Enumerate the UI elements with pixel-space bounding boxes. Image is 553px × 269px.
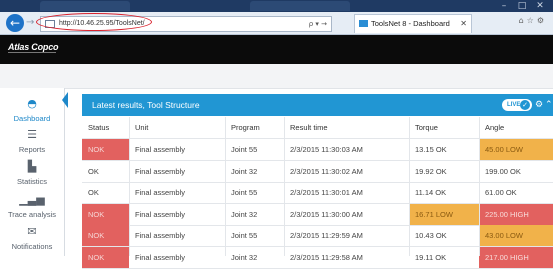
maximize-icon[interactable]: □ [513,0,531,12]
live-label: LIVE [507,102,521,108]
cell-torque: 11.14 OK [415,188,447,197]
collapse-icon[interactable]: ⌃ [545,98,553,112]
cell-angle: 225.00 HIGH [479,203,553,225]
column-divider [409,117,410,256]
column-header[interactable]: Program [225,117,284,138]
bar-chart-icon: ▙ [27,160,37,173]
app-subbar [0,64,553,89]
table-row[interactable]: OK Final assembly Joint 32 2/3/2015 11:30:0… [82,161,553,183]
cell-program: Joint 32 [231,252,258,262]
cell-program: Joint 32 [231,209,258,219]
sidebar-item-label: Dashboard [13,114,51,123]
cell-unit: Final assembly [135,252,186,262]
sidebar-item-notifications[interactable]: ✉ Notifications [0,220,64,260]
column-divider [225,117,226,256]
cell-status: NOK [82,139,129,160]
column-divider [129,117,130,256]
cell-status: OK [88,188,99,197]
table-row[interactable]: NOK Final assembly Joint 32 2/3/2015 11:29:… [82,246,553,269]
tab-title: ToolsNet 8 - Dashboard [371,19,450,28]
browser-tab[interactable] [40,1,130,11]
url-highlight-circle [36,13,152,31]
cell-unit: Final assembly [135,231,186,240]
close-window-icon[interactable]: ✕ [531,0,549,12]
cell-torque: 13.15 OK [415,145,447,154]
browser-tab[interactable] [250,1,350,11]
favicon-icon [359,20,368,27]
browser-tab-strip: – □ ✕ [0,0,553,12]
cell-status: NOK [82,225,129,246]
cell-time: 2/3/2015 11:29:59 AM [290,231,363,240]
cell-program: Joint 55 [231,188,258,197]
cell-torque: 19.92 OK [415,166,447,176]
cell-status: NOK [82,203,129,225]
sidebar-item-label: Trace analysis [7,210,57,219]
live-toggle[interactable]: LIVE ✓ [502,99,532,111]
sidebar-item-label: Reports [18,145,46,154]
app-header: Atlas Copco [0,35,553,64]
active-indicator [62,92,68,108]
cell-status: OK [88,166,99,176]
trace-chart-icon: ▁▃▅ [19,193,45,206]
cell-status: NOK [82,246,129,268]
cell-unit: Final assembly [135,209,186,219]
cell-angle: 43.00 LOW [479,225,553,246]
cell-torque: 19.11 OK [415,252,447,262]
sidebar-item-label: Statistics [16,177,47,186]
column-header[interactable]: Unit [129,117,225,138]
cell-program: Joint 55 [231,145,258,154]
cell-angle: 61.00 OK [485,188,517,197]
cell-torque: 16.71 LOW [409,203,479,225]
table-row[interactable]: NOK Final assembly Joint 32 2/3/2015 11:30:… [82,203,553,226]
column-divider [284,117,285,256]
settings-icon[interactable]: ⚙ [535,98,543,112]
cell-time: 2/3/2015 11:29:58 AM [290,252,363,262]
cell-angle: 217.00 HIGH [479,246,553,268]
logo: Atlas Copco [8,42,59,52]
table-header-row: Status Unit Program Result time Torque A… [82,117,553,139]
cell-program: Joint 55 [231,231,258,240]
column-header[interactable]: Status [82,117,129,138]
panel-header: Latest results, Tool Structure LIVE ✓ ⚙ … [82,94,553,116]
table-row[interactable]: OK Final assembly Joint 55 2/3/2015 11:30:0… [82,182,553,204]
logo-underline [8,52,56,53]
column-header[interactable]: Angle [479,117,553,138]
address-tools[interactable]: ρ ▾ → [309,18,327,30]
cell-unit: Final assembly [135,188,186,197]
column-divider [479,117,480,256]
check-icon: ✓ [520,100,530,110]
cell-time: 2/3/2015 11:30:01 AM [290,188,363,197]
cell-time: 2/3/2015 11:30:02 AM [290,166,363,176]
table-row[interactable]: NOK Final assembly Joint 55 2/3/2015 11:30:… [82,139,553,161]
back-button[interactable]: ← [6,14,24,32]
tab-close-icon[interactable]: ✕ [460,18,467,30]
column-header[interactable]: Torque [409,117,479,138]
column-header[interactable]: Result time [284,117,409,138]
cell-unit: Final assembly [135,166,186,176]
cell-angle: 199.00 OK [485,166,521,176]
browser-tab-active[interactable]: ToolsNet 8 - Dashboard ✕ [354,14,472,33]
panel-title: Latest results, Tool Structure [92,100,200,110]
browser-toolbar-icons[interactable]: ⌂☆⚙ [519,16,547,25]
cell-angle: 45.00 LOW [479,139,553,160]
cell-torque: 10.43 OK [415,231,447,240]
minimize-icon[interactable]: – [495,0,513,12]
dashboard-icon: ◓ [27,97,37,110]
cell-time: 2/3/2015 11:30:03 AM [290,145,363,154]
list-icon: ☰ [27,128,37,141]
sidebar: ◓ Dashboard ☰ Reports ▙ Statistics ▁▃▅ T… [0,88,65,256]
table-row[interactable]: NOK Final assembly Joint 55 2/3/2015 11:29:… [82,225,553,247]
sidebar-item-label: Notifications [11,242,53,251]
mail-icon: ✉ [27,225,37,238]
cell-time: 2/3/2015 11:30:00 AM [290,209,363,219]
cell-unit: Final assembly [135,145,186,154]
cell-program: Joint 32 [231,166,258,176]
